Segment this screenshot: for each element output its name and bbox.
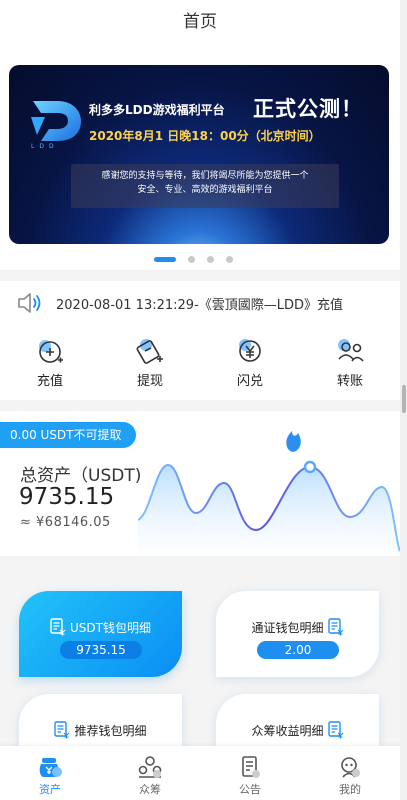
carousel-dot[interactable]: [154, 256, 176, 262]
wallet-title: USDT钱包明细: [19, 618, 182, 636]
notice-bar[interactable]: 2020-08-01 13:21:29-《雲頂國際—LDD》充值: [16, 290, 343, 316]
usdt-wallet-card[interactable]: USDT钱包明细 9735.15: [19, 591, 182, 677]
wallet-title-text: 通证钱包明细: [251, 620, 324, 635]
tab-label: 公告: [239, 783, 261, 796]
tab-assets[interactable]: 资产: [0, 746, 100, 800]
banner-date: 2020年8月1 日晚18：00分（北京时间）: [89, 129, 321, 143]
banner-logo-text: LDD: [31, 143, 59, 150]
wallet-title: 推荐钱包明细: [19, 721, 182, 739]
action-label: 提现: [136, 374, 163, 389]
ldd-logo-icon: [31, 101, 81, 141]
wallet-icon: [39, 758, 62, 777]
asset-card: 0.00 USDT不可提取 总资产（USDT) 9735.15 ≈ ¥68146…: [0, 411, 400, 556]
carousel-dot[interactable]: [188, 255, 195, 263]
wallet-balance: 2.00: [257, 641, 339, 659]
action-deposit[interactable]: 充值: [0, 335, 100, 389]
notice-card: 2020-08-01 13:21:29-《雲頂國際—LDD》充值 充值 提现 闪…: [0, 281, 400, 400]
tab-label: 资产: [39, 783, 61, 796]
carousel-indicator: [154, 255, 233, 263]
banner-panel: 感谢您的支持与等待，我们将竭尽所能为您提供一个 安全、专业、高效的游戏福利平台: [71, 164, 339, 208]
quick-actions: 充值 提现 闪兑 转账: [0, 335, 400, 389]
wallet-title-text: USDT钱包明细: [70, 620, 151, 635]
action-label: 闪兑: [236, 374, 263, 389]
speaker-icon: [18, 293, 41, 313]
wallet-balance: 9735.15: [60, 641, 142, 659]
promo-banner[interactable]: LDD 利多多LDD游戏福利平台 正式公测！ 2020年8月1 日晚18：00分…: [9, 65, 389, 244]
notice-text: 2020-08-01 13:21:29-《雲頂國際—LDD》充值: [56, 297, 344, 313]
action-exchange[interactable]: 闪兑: [200, 335, 300, 389]
total-assets-label: 总资产（USDT): [20, 466, 142, 486]
transfer-icon: [338, 339, 364, 362]
wallet-title-text: 推荐钱包明细: [74, 723, 147, 738]
tab-profile[interactable]: 我的: [300, 746, 400, 800]
wallet-grid: USDT钱包明细 9735.15 通证钱包明细 2.00 推荐钱包明细 众筹收益…: [0, 566, 400, 780]
ledger-icon: [327, 721, 343, 739]
locked-usdt-badge: 0.00 USDT不可提取: [0, 422, 136, 448]
page-title: 首页: [183, 12, 217, 32]
tab-announcements[interactable]: 公告: [200, 746, 300, 800]
banner-sub-line: 感谢您的支持与等待，我们将竭尽所能为您提供一个: [101, 171, 309, 181]
scrollbar-thumb[interactable]: [402, 385, 406, 413]
total-assets-cny: ≈ ¥68146.05: [20, 515, 111, 530]
tab-label: 众筹: [139, 783, 161, 796]
tab-label: 我的: [339, 783, 361, 796]
ledger-icon: [327, 618, 343, 636]
wallet-title: 众筹收益明细: [216, 721, 379, 739]
wallet-title-text: 众筹收益明细: [251, 723, 324, 738]
total-assets-value: 9735.15: [19, 484, 115, 510]
action-transfer[interactable]: 转账: [300, 335, 400, 389]
carousel-dot[interactable]: [226, 255, 233, 263]
banner-sub-line: 安全、专业、高效的游戏福利平台: [137, 185, 273, 195]
crowdfund-icon: [138, 756, 162, 778]
page-header: 首页: [0, 0, 400, 46]
bottom-tab-bar: 资产 众筹 公告 我的: [0, 746, 400, 800]
ledger-icon: [50, 618, 66, 636]
tab-crowdfund[interactable]: 众筹: [100, 746, 200, 800]
banner-big-text: 正式公测！: [253, 97, 363, 121]
deposit-icon: [39, 340, 63, 363]
asset-trend-decoration: [138, 431, 400, 556]
action-label: 转账: [336, 374, 363, 389]
profile-icon: [341, 757, 360, 778]
withdraw-icon: [136, 339, 163, 364]
exchange-icon: [239, 339, 261, 362]
action-label: 充值: [36, 374, 63, 389]
announcement-icon: [242, 756, 260, 778]
wallet-title: 通证钱包明细: [216, 618, 379, 636]
carousel-dot[interactable]: [207, 255, 214, 263]
action-withdraw[interactable]: 提现: [100, 335, 200, 389]
token-wallet-card[interactable]: 通证钱包明细 2.00: [216, 591, 379, 677]
ledger-icon: [54, 721, 70, 739]
banner-section: LDD 利多多LDD游戏福利平台 正式公测！ 2020年8月1 日晚18：00分…: [0, 46, 400, 270]
banner-headline: 利多多LDD游戏福利平台: [89, 103, 225, 117]
